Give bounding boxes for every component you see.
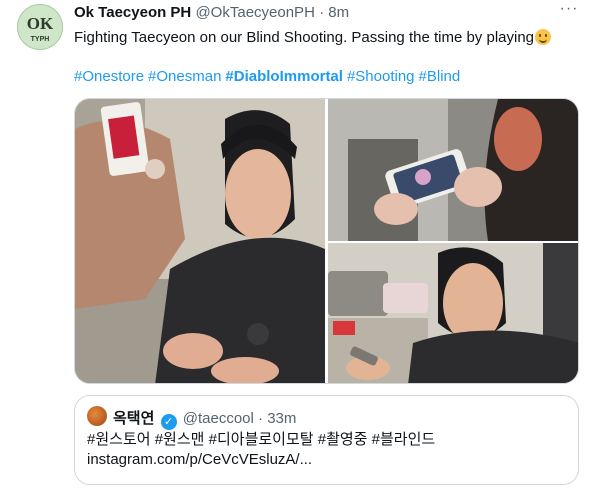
photo-man-playing-phone[interactable]	[75, 99, 325, 383]
hashtag-onestore[interactable]: #Onestore	[74, 68, 144, 85]
hashtag-blind[interactable]: #Blind	[419, 68, 461, 85]
tweet-timestamp[interactable]: 8m	[328, 4, 349, 21]
smiling-face-emoji-icon	[535, 29, 552, 45]
photo-phone-gameplay[interactable]	[328, 99, 578, 241]
hashtag-diabloimmortal[interactable]: #DiabloImmortal	[225, 68, 343, 85]
profile-avatar[interactable]: OK TYPH	[17, 4, 63, 50]
author-name[interactable]: Ok Taecyeon PH	[74, 4, 191, 21]
avatar-logo: OK TYPH	[18, 5, 62, 49]
hashtag-onesman[interactable]: #Onesman	[148, 68, 221, 85]
media-grid	[74, 98, 579, 384]
hashtag-shooting[interactable]: #Shooting	[347, 68, 415, 85]
quoted-meta-separator: ·	[253, 410, 268, 427]
quoted-tweet-header: 옥택연 ✓ @taeccool · 33m	[113, 407, 296, 430]
tweet-text-content: Fighting Taecyeon on our Blind Shooting.…	[74, 29, 535, 46]
meta-separator: ·	[314, 4, 329, 21]
hashtag-row: #Onestore #Onesman #DiabloImmortal #Shootin…	[74, 67, 464, 87]
verified-badge-icon: ✓	[160, 414, 177, 430]
quoted-hashtags-line: #원스토어 #원스맨 #디아블로이모탈 #촬영중 #블라인드	[87, 431, 436, 448]
quoted-author-avatar	[87, 406, 107, 426]
photo-man-smiling-phone[interactable]	[328, 243, 578, 383]
photo-top-illustration	[328, 99, 578, 241]
quoted-timestamp: 33m	[267, 410, 297, 427]
more-horizontal-icon[interactable]: ···	[558, 1, 580, 20]
author-handle[interactable]: @OkTaecyeonPH	[195, 4, 314, 21]
tweet-text: Fighting Taecyeon on our Blind Shooting.…	[74, 28, 574, 48]
quoted-author-name: 옥택연	[113, 410, 155, 427]
quoted-author-handle: @taeccool	[182, 410, 254, 427]
avatar-logo-caption: TYPH	[31, 36, 50, 43]
quoted-tweet[interactable]: 옥택연 ✓ @taeccool · 33m #원스토어 #원스맨 #디아블로이모…	[74, 395, 579, 485]
tweet-header: Ok Taecyeon PH @OkTaecyeonPH · 8m	[74, 4, 584, 24]
avatar-logo-letters: OK	[27, 14, 54, 33]
quoted-tweet-text: #원스토어 #원스맨 #디아블로이모탈 #촬영중 #블라인드 instagram…	[87, 430, 567, 470]
photo-bottom-illustration	[328, 243, 578, 383]
quoted-link-line: instagram.com/p/CeVcVEsluzA/...	[87, 451, 313, 468]
photo-main-illustration	[75, 99, 325, 383]
